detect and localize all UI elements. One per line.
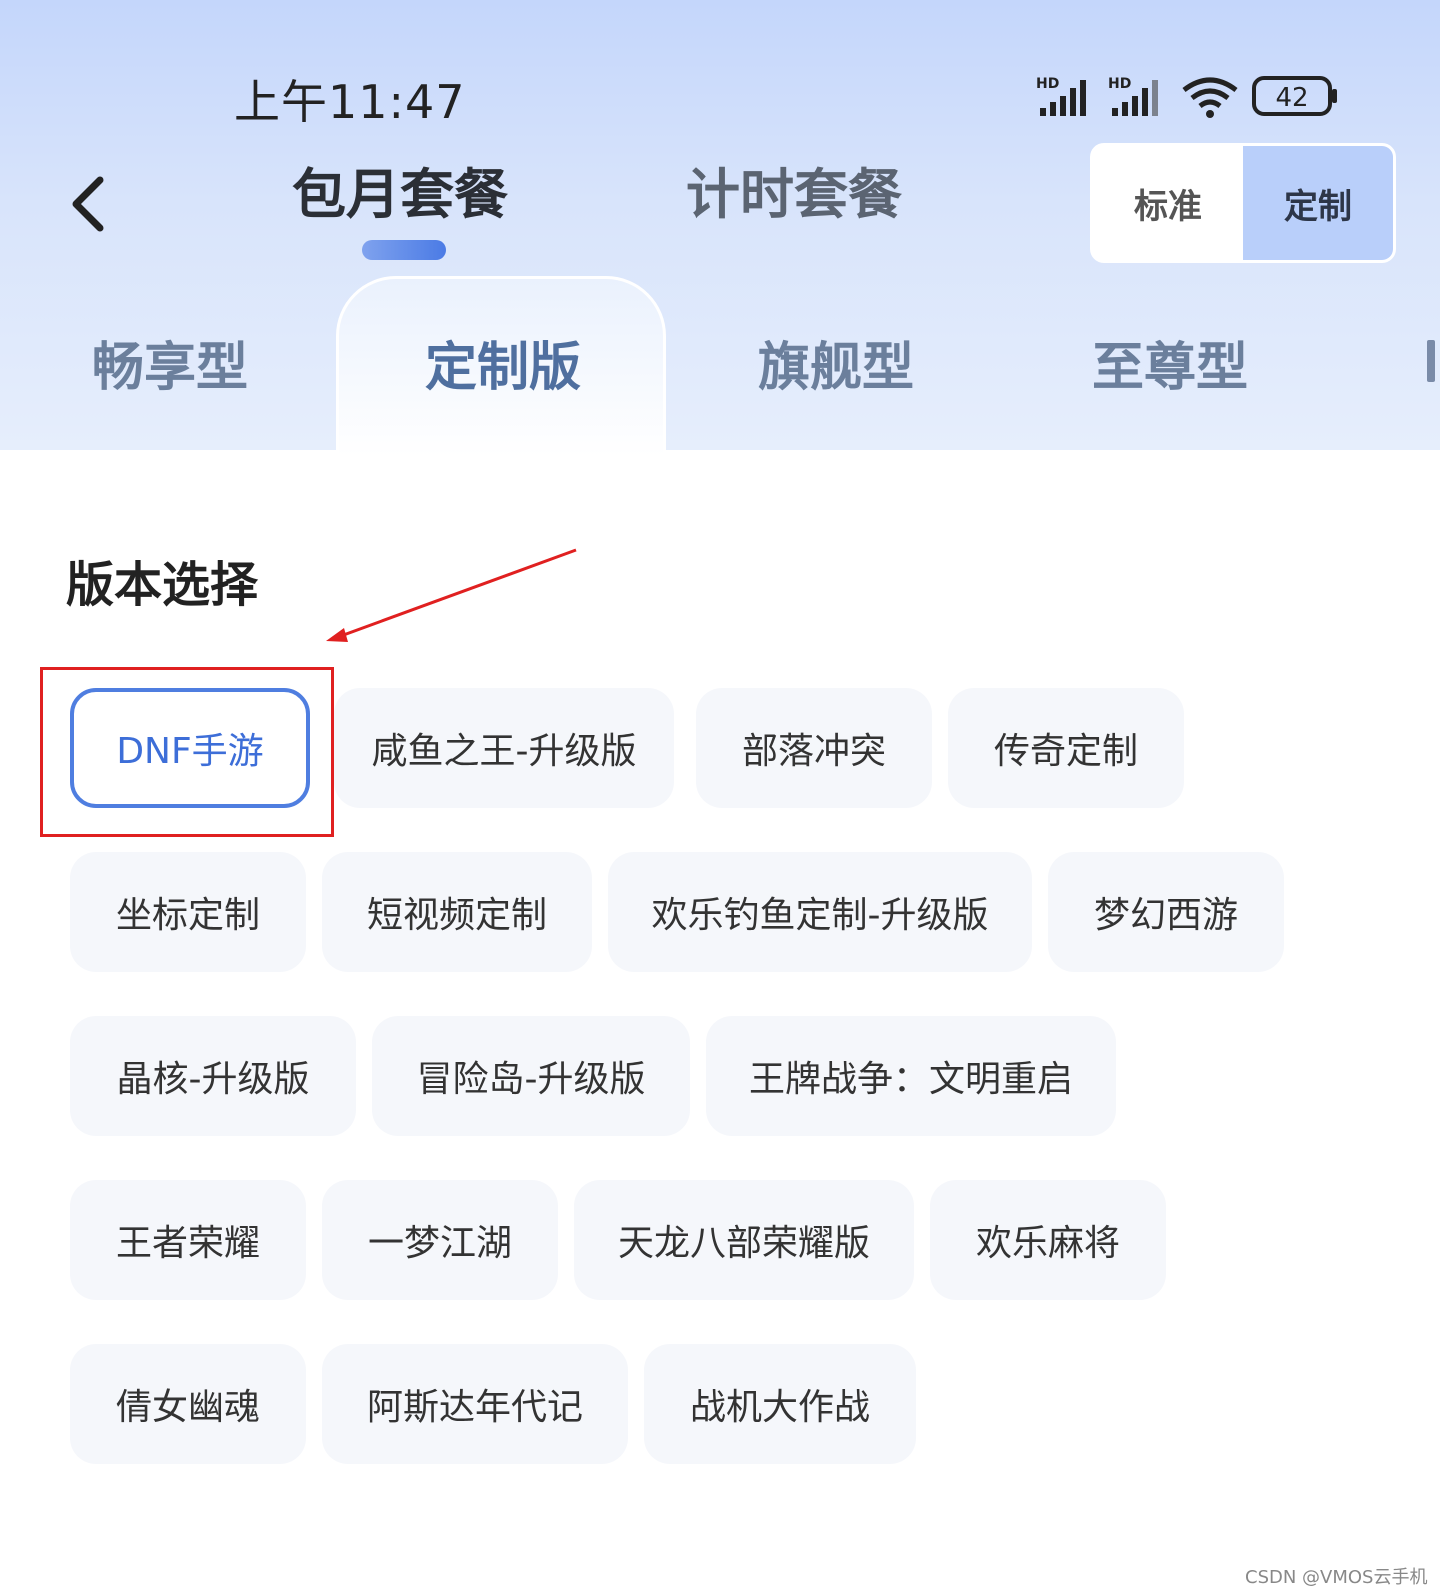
signal-hd-label-1: HD: [1036, 76, 1059, 92]
tab-monthly-package[interactable]: 包月套餐: [292, 150, 508, 229]
tab-active-indicator: [362, 240, 446, 260]
toggle-custom[interactable]: 定制: [1243, 146, 1393, 260]
toggle-standard[interactable]: 标准: [1093, 146, 1243, 260]
section-title: 版本选择: [66, 557, 259, 613]
version-chip[interactable]: 传奇定制: [948, 688, 1184, 808]
back-arrow-icon[interactable]: [64, 172, 120, 236]
version-chip[interactable]: 欢乐麻将: [930, 1180, 1166, 1300]
version-chip[interactable]: 梦幻西游: [1048, 852, 1284, 972]
version-chip[interactable]: 坐标定制: [70, 852, 306, 972]
signal-icon-2: HD: [1108, 76, 1158, 116]
type-tab-supreme[interactable]: 至尊型: [1092, 325, 1248, 400]
type-tab-custom[interactable]: 定制版: [425, 325, 581, 400]
version-chip[interactable]: 倩女幽魂: [70, 1344, 306, 1464]
version-chip[interactable]: 一梦江湖: [322, 1180, 558, 1300]
version-chip[interactable]: 咸鱼之王-升级版: [334, 688, 674, 808]
version-chip[interactable]: 短视频定制: [322, 852, 592, 972]
type-tab-enjoy[interactable]: 畅享型: [92, 325, 248, 400]
annotation-highlight-box: [40, 667, 334, 837]
signal-hd-label-2: HD: [1108, 76, 1131, 92]
battery-level: 42: [1275, 83, 1308, 113]
watermark: CSDN @VMOS云手机: [1245, 1567, 1428, 1588]
version-chip[interactable]: 晶核-升级版: [70, 1016, 356, 1136]
version-chip[interactable]: 天龙八部荣耀版: [574, 1180, 914, 1300]
battery-icon: 42: [1252, 76, 1337, 116]
plan-mode-toggle: 标准 定制: [1090, 143, 1396, 263]
status-time: 上午11:47: [234, 75, 466, 129]
version-chip[interactable]: 冒险岛-升级版: [372, 1016, 690, 1136]
version-chip[interactable]: 战机大作战: [644, 1344, 916, 1464]
version-chip[interactable]: 部落冲突: [696, 688, 932, 808]
type-tab-flagship[interactable]: 旗舰型: [758, 325, 914, 400]
version-chip[interactable]: 欢乐钓鱼定制-升级版: [608, 852, 1032, 972]
wifi-icon: [1182, 77, 1238, 118]
version-chip[interactable]: 王者荣耀: [70, 1180, 306, 1300]
signal-icon: HD: [1036, 76, 1086, 116]
version-chip[interactable]: 王牌战争：文明重启: [706, 1016, 1116, 1136]
version-chip[interactable]: 阿斯达年代记: [322, 1344, 628, 1464]
type-tab-next-peek: [1427, 340, 1435, 382]
tab-hourly-package[interactable]: 计时套餐: [686, 150, 902, 229]
